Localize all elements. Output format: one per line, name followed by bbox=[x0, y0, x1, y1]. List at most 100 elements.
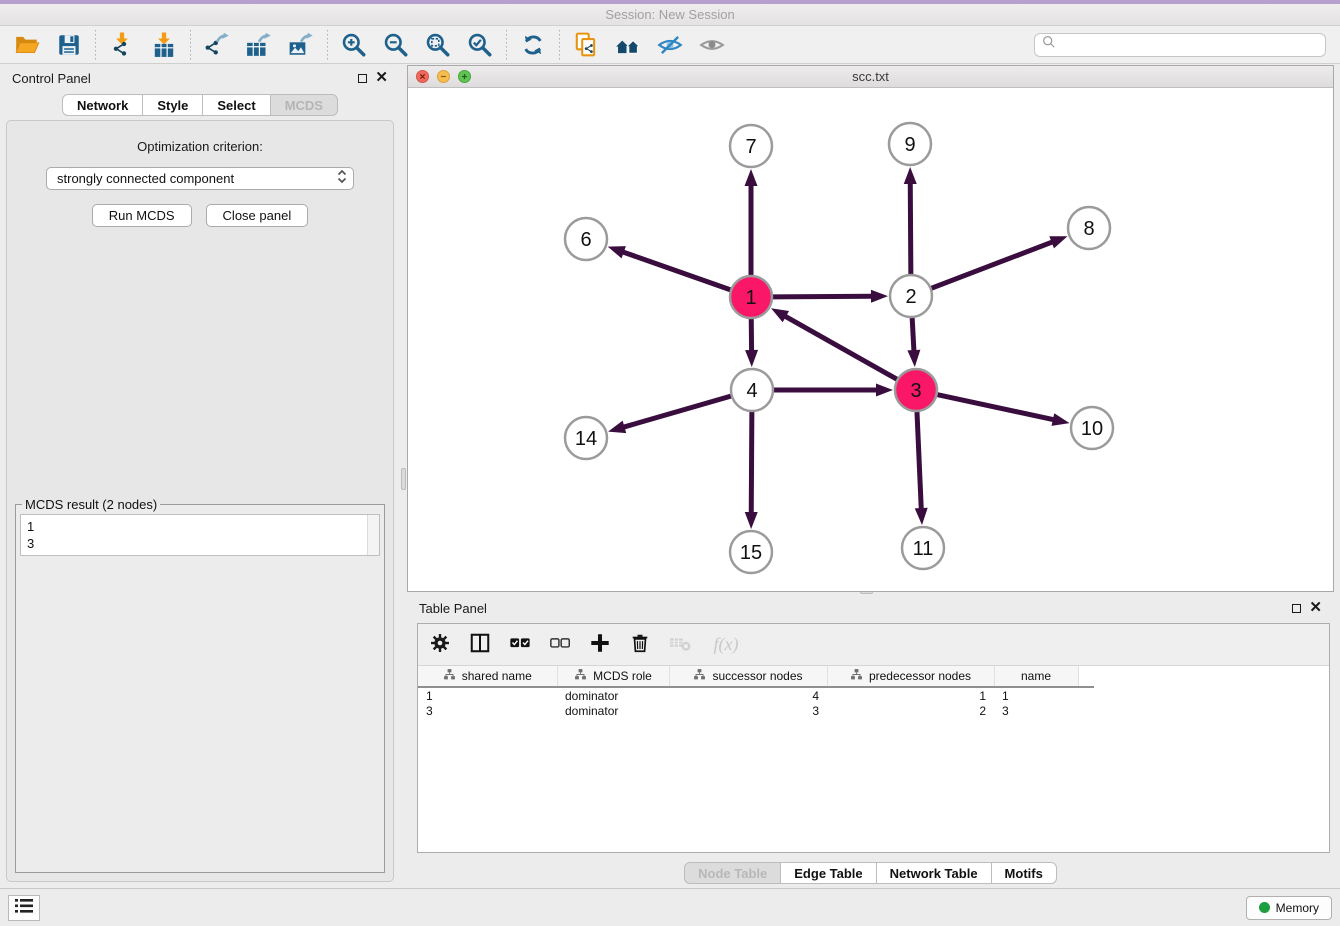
export-table-button[interactable] bbox=[238, 28, 280, 62]
vertical-splitter[interactable] bbox=[400, 64, 407, 888]
graph-node-3[interactable]: 3 bbox=[895, 369, 937, 411]
table-panel: Table Panel ✕ f(x) shared nameMCDS roles… bbox=[407, 595, 1334, 887]
zoom-out-button[interactable] bbox=[375, 28, 417, 62]
zoom-selected-button[interactable] bbox=[459, 28, 501, 62]
refresh-button[interactable] bbox=[512, 28, 554, 62]
graph-node-15[interactable]: 15 bbox=[730, 531, 772, 573]
table-cell[interactable]: 4 bbox=[669, 687, 827, 703]
graph-node-4[interactable]: 4 bbox=[731, 369, 773, 411]
graph-node-7[interactable]: 7 bbox=[730, 125, 772, 167]
column-header-MCDS-role[interactable]: MCDS role bbox=[557, 666, 669, 687]
import-table-button[interactable] bbox=[143, 28, 185, 62]
settings-gear-button[interactable] bbox=[428, 633, 452, 657]
table-cell[interactable]: 2 bbox=[827, 703, 994, 719]
graph-edge-3-10[interactable] bbox=[938, 395, 1070, 426]
search-box[interactable] bbox=[1034, 33, 1326, 57]
graph-edge-1-6[interactable] bbox=[608, 246, 731, 290]
table-cell[interactable]: dominator bbox=[557, 703, 669, 719]
table-cell[interactable]: dominator bbox=[557, 687, 669, 703]
tab-motifs[interactable]: Motifs bbox=[992, 862, 1057, 884]
memory-button[interactable]: Memory bbox=[1246, 896, 1332, 920]
open-session-button[interactable] bbox=[6, 28, 48, 62]
table-row[interactable]: 1dominator411 bbox=[418, 687, 1094, 703]
tab-mcds[interactable]: MCDS bbox=[271, 94, 338, 116]
column-header-shared-name[interactable]: shared name bbox=[418, 666, 557, 687]
tab-select[interactable]: Select bbox=[203, 94, 270, 116]
table-cell[interactable]: 1 bbox=[418, 687, 557, 703]
graph-edge-3-1[interactable] bbox=[771, 308, 897, 379]
tab-network-table[interactable]: Network Table bbox=[877, 862, 992, 884]
graph-node-9[interactable]: 9 bbox=[889, 123, 931, 165]
column-header-filler bbox=[1078, 666, 1094, 687]
hide-selected-button[interactable] bbox=[649, 28, 691, 62]
network-graph-canvas[interactable]: 7 9 6 8 1 2 4 3 14 10 15 11 bbox=[408, 88, 1333, 591]
close-panel-button[interactable]: Close panel bbox=[206, 204, 309, 227]
run-mcds-button[interactable]: Run MCDS bbox=[92, 204, 192, 227]
first-neighbors-button[interactable] bbox=[607, 28, 649, 62]
export-network-button[interactable] bbox=[196, 28, 238, 62]
add-column-button[interactable] bbox=[588, 633, 612, 657]
zoom-in-button[interactable] bbox=[333, 28, 375, 62]
import-network-button[interactable] bbox=[101, 28, 143, 62]
tab-node-table[interactable]: Node Table bbox=[684, 862, 781, 884]
table-cell[interactable]: 1 bbox=[827, 687, 994, 703]
close-table-panel-icon[interactable]: ✕ bbox=[1309, 603, 1322, 613]
duplicate-network-button[interactable] bbox=[565, 28, 607, 62]
tab-style[interactable]: Style bbox=[143, 94, 203, 116]
show-all-button[interactable] bbox=[691, 28, 733, 62]
export-image-icon bbox=[288, 32, 314, 58]
graph-edge-4-14[interactable] bbox=[608, 396, 731, 433]
table-toolbar: f(x) bbox=[418, 624, 1329, 666]
graph-node-10[interactable]: 10 bbox=[1071, 407, 1113, 449]
column-header-predecessor-nodes[interactable]: predecessor nodes bbox=[827, 666, 994, 687]
graph-edge-1-4[interactable] bbox=[745, 319, 758, 367]
optimization-criterion-select[interactable]: strongly connected component bbox=[46, 167, 354, 190]
search-input[interactable] bbox=[1061, 37, 1318, 52]
column-header-name[interactable]: name bbox=[994, 666, 1078, 687]
graph-edge-2-8[interactable] bbox=[932, 236, 1068, 288]
task-list-icon bbox=[15, 899, 33, 916]
task-history-button[interactable] bbox=[8, 895, 40, 921]
delete-column-icon bbox=[629, 632, 651, 657]
graph-node-1[interactable]: 1 bbox=[730, 276, 772, 318]
mcds-result-list[interactable]: 13 bbox=[20, 514, 380, 556]
graph-node-14[interactable]: 14 bbox=[565, 417, 607, 459]
table-panel-header: Table Panel ✕ bbox=[407, 595, 1334, 621]
result-scrollbar[interactable] bbox=[367, 515, 379, 555]
deselect-all-columns-button[interactable] bbox=[548, 633, 572, 657]
zoom-fit-button[interactable] bbox=[417, 28, 459, 62]
optimization-criterion-label: Optimization criterion: bbox=[15, 139, 385, 154]
graph-edge-1-2[interactable] bbox=[773, 290, 888, 303]
svg-text:4: 4 bbox=[746, 380, 757, 402]
table-cell[interactable]: 3 bbox=[994, 703, 1078, 719]
graph-edge-4-3[interactable] bbox=[774, 384, 893, 397]
svg-text:1: 1 bbox=[745, 287, 756, 309]
table-cell[interactable]: 3 bbox=[669, 703, 827, 719]
vertical-splitter-grip[interactable] bbox=[401, 468, 406, 490]
table-cell[interactable]: 3 bbox=[418, 703, 557, 719]
select-all-columns-button[interactable] bbox=[508, 633, 532, 657]
save-session-button[interactable] bbox=[48, 28, 90, 62]
graph-node-8[interactable]: 8 bbox=[1068, 207, 1110, 249]
graph-edge-3-11[interactable] bbox=[915, 412, 928, 525]
delete-column-button[interactable] bbox=[628, 633, 652, 657]
graph-edge-2-3[interactable] bbox=[907, 318, 920, 367]
table-row[interactable]: 3dominator323 bbox=[418, 703, 1094, 719]
export-image-button[interactable] bbox=[280, 28, 322, 62]
close-panel-icon[interactable]: ✕ bbox=[375, 73, 388, 83]
deselect-all-columns-icon bbox=[549, 632, 571, 657]
column-layout-button[interactable] bbox=[468, 633, 492, 657]
column-header-successor-nodes[interactable]: successor nodes bbox=[669, 666, 827, 687]
graph-node-11[interactable]: 11 bbox=[902, 527, 944, 569]
graph-node-6[interactable]: 6 bbox=[565, 218, 607, 260]
table-cell[interactable]: 1 bbox=[994, 687, 1078, 703]
graph-edge-1-7[interactable] bbox=[745, 169, 758, 275]
tab-network[interactable]: Network bbox=[62, 94, 143, 116]
graph-edge-2-9[interactable] bbox=[904, 167, 917, 274]
tab-edge-table[interactable]: Edge Table bbox=[781, 862, 876, 884]
graph-edge-4-15[interactable] bbox=[745, 412, 758, 529]
float-table-panel-icon[interactable] bbox=[1292, 604, 1301, 613]
graph-node-2[interactable]: 2 bbox=[890, 275, 932, 317]
svg-text:3: 3 bbox=[910, 380, 921, 402]
float-panel-icon[interactable] bbox=[358, 74, 367, 83]
